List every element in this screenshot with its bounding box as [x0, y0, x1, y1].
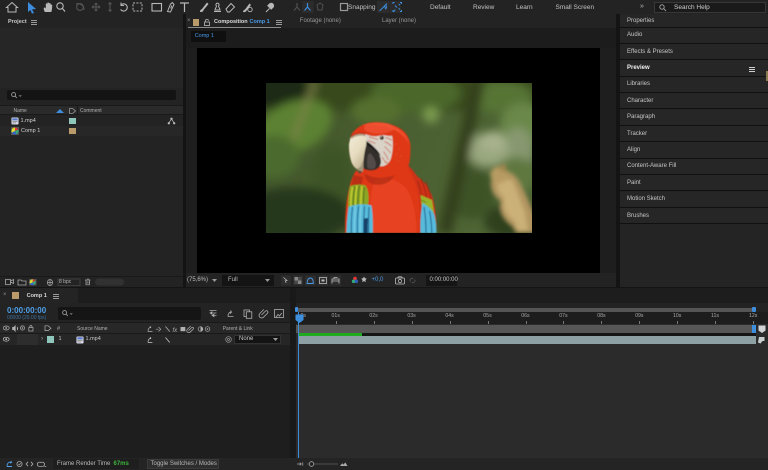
svg-text:fx: fx	[173, 327, 179, 332]
